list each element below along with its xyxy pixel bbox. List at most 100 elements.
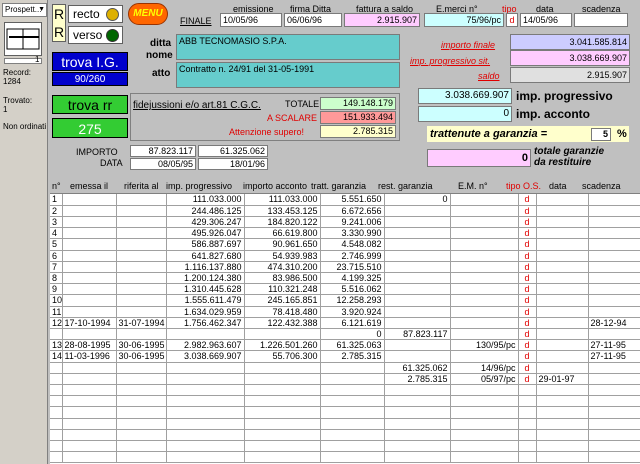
row-number[interactable]: 3 [50,216,63,229]
data-cell[interactable] [536,362,589,374]
tipo-cell[interactable]: d [518,272,537,285]
fid-importo-1[interactable]: 87.823.117 [130,145,196,157]
progressivo-cell[interactable] [166,451,245,464]
tipo-cell[interactable] [518,395,537,408]
tipo-cell[interactable]: d [518,294,537,307]
emessa-cell[interactable] [62,216,117,229]
rest-cell[interactable] [384,418,451,430]
attenzione-field[interactable]: 2.785.315 [320,125,396,138]
progressivo-sit-field[interactable]: 3.038.669.907 [510,50,630,66]
rest-cell[interactable]: 87.823.117 [384,328,451,341]
tipo-cell[interactable]: d [518,216,537,229]
acconto-cell[interactable]: 54.939.983 [244,250,321,262]
scadenza-cell[interactable] [588,238,640,251]
totale-field[interactable]: 149.148.179 [320,97,396,110]
tipo-cell[interactable] [518,440,537,453]
tratt-cell[interactable]: 6.121.619 [320,317,385,329]
table-row[interactable]: 5 586.887.697 90.961.650 4.548.082 d [50,238,640,251]
acconto-cell[interactable] [244,395,321,408]
em-cell[interactable] [450,395,519,408]
em-cell[interactable] [450,418,519,430]
tipo-cell[interactable]: d [518,227,537,240]
tratt-cell[interactable]: 0 [320,328,385,341]
table-row[interactable]: 6 641.827.680 54.939.983 2.746.999 d [50,250,640,262]
table-row[interactable]: 1 111.033.000 111.033.000 5.551.650 0 d [50,194,640,206]
row-number[interactable] [50,395,63,408]
table-row[interactable]: 4 495.926.047 66.619.800 3.330.990 d [50,227,640,240]
scadenza-cell[interactable] [588,272,640,285]
emessa-cell[interactable] [62,294,117,307]
tratt-cell[interactable] [320,429,385,441]
scadenza-cell[interactable] [588,406,640,419]
em-cell[interactable] [450,205,519,217]
acconto-cell[interactable]: 111.033.000 [244,194,321,206]
scadenza-cell[interactable] [588,440,640,453]
rest-cell[interactable] [384,216,451,229]
acconto-cell[interactable]: 122.432.388 [244,317,321,329]
progressivo-cell[interactable]: 429.306.247 [166,216,245,229]
row-number[interactable]: 9 [50,283,63,296]
progressivo-cell[interactable]: 111.033.000 [166,194,245,206]
acconto-cell[interactable]: 245.165.851 [244,294,321,307]
imp-progressivo-field[interactable]: 3.038.669.907 [418,88,512,104]
progressivo-cell[interactable]: 2.982.963.607 [166,339,245,352]
tipo-cell[interactable] [518,384,537,397]
emessa-cell[interactable] [62,362,117,374]
data-cell[interactable] [536,317,589,329]
recto-button[interactable]: recto [68,5,123,23]
emessa-cell[interactable] [62,238,117,251]
tipo-cell[interactable]: d [518,306,537,318]
emessa-cell[interactable] [62,261,117,273]
tratt-cell[interactable]: 9.241.006 [320,216,385,229]
emissione-field[interactable]: 10/05/96 [220,13,282,27]
table-row[interactable] [50,418,640,430]
table-row[interactable] [50,406,640,419]
acconto-cell[interactable]: 90.961.650 [244,238,321,251]
restituire-field[interactable]: 0 [427,149,531,167]
row-number[interactable]: 10 [50,294,63,307]
tratt-cell[interactable] [320,384,385,397]
fattura-field[interactable]: 2.915.907 [344,13,420,27]
riferita-cell[interactable] [116,306,167,318]
tratt-cell[interactable]: 5.551.650 [320,194,385,206]
rest-cell[interactable] [384,451,451,464]
rest-cell[interactable] [384,350,451,363]
rest-cell[interactable] [384,261,451,273]
emessa-cell[interactable] [62,440,117,453]
acconto-cell[interactable] [244,373,321,385]
acconto-cell[interactable]: 184.820.122 [244,216,321,229]
rest-cell[interactable] [384,227,451,240]
tipo-cell[interactable] [518,418,537,430]
acconto-cell[interactable] [244,406,321,419]
data-cell[interactable] [536,429,589,441]
tipo-cell[interactable]: d [518,261,537,273]
scadenza-cell[interactable]: 28-12-94 [588,317,640,329]
data-cell[interactable] [536,194,589,206]
scadenza-cell[interactable] [588,250,640,262]
em-cell[interactable] [450,429,519,441]
acconto-cell[interactable]: 78.418.480 [244,306,321,318]
tipo-cell[interactable]: d [518,238,537,251]
acconto-cell[interactable] [244,429,321,441]
em-cell[interactable] [450,406,519,419]
progressivo-cell[interactable]: 3.038.669.907 [166,350,245,363]
riferita-cell[interactable] [116,294,167,307]
scadenza-cell[interactable] [588,384,640,397]
imp-acconto-field[interactable]: 0 [418,106,512,122]
fid-data-1[interactable]: 08/05/95 [130,158,196,170]
rest-cell[interactable] [384,317,451,329]
progressivo-cell[interactable] [166,362,245,374]
data-cell[interactable] [536,418,589,430]
riferita-cell[interactable]: 30-06-1995 [116,339,167,352]
row-number[interactable]: 6 [50,250,63,262]
trova-ig-button[interactable]: trova I.G. [52,52,128,71]
em-cell[interactable]: 05/97/pc [450,373,519,385]
row-number[interactable] [50,440,63,453]
riferita-cell[interactable] [116,395,167,408]
data-cell[interactable] [536,238,589,251]
em-cell[interactable] [450,350,519,363]
data-cell[interactable] [536,395,589,408]
row-number[interactable]: 12 [50,317,63,329]
tipo-cell[interactable]: d [518,317,537,329]
emessa-cell[interactable] [62,272,117,285]
